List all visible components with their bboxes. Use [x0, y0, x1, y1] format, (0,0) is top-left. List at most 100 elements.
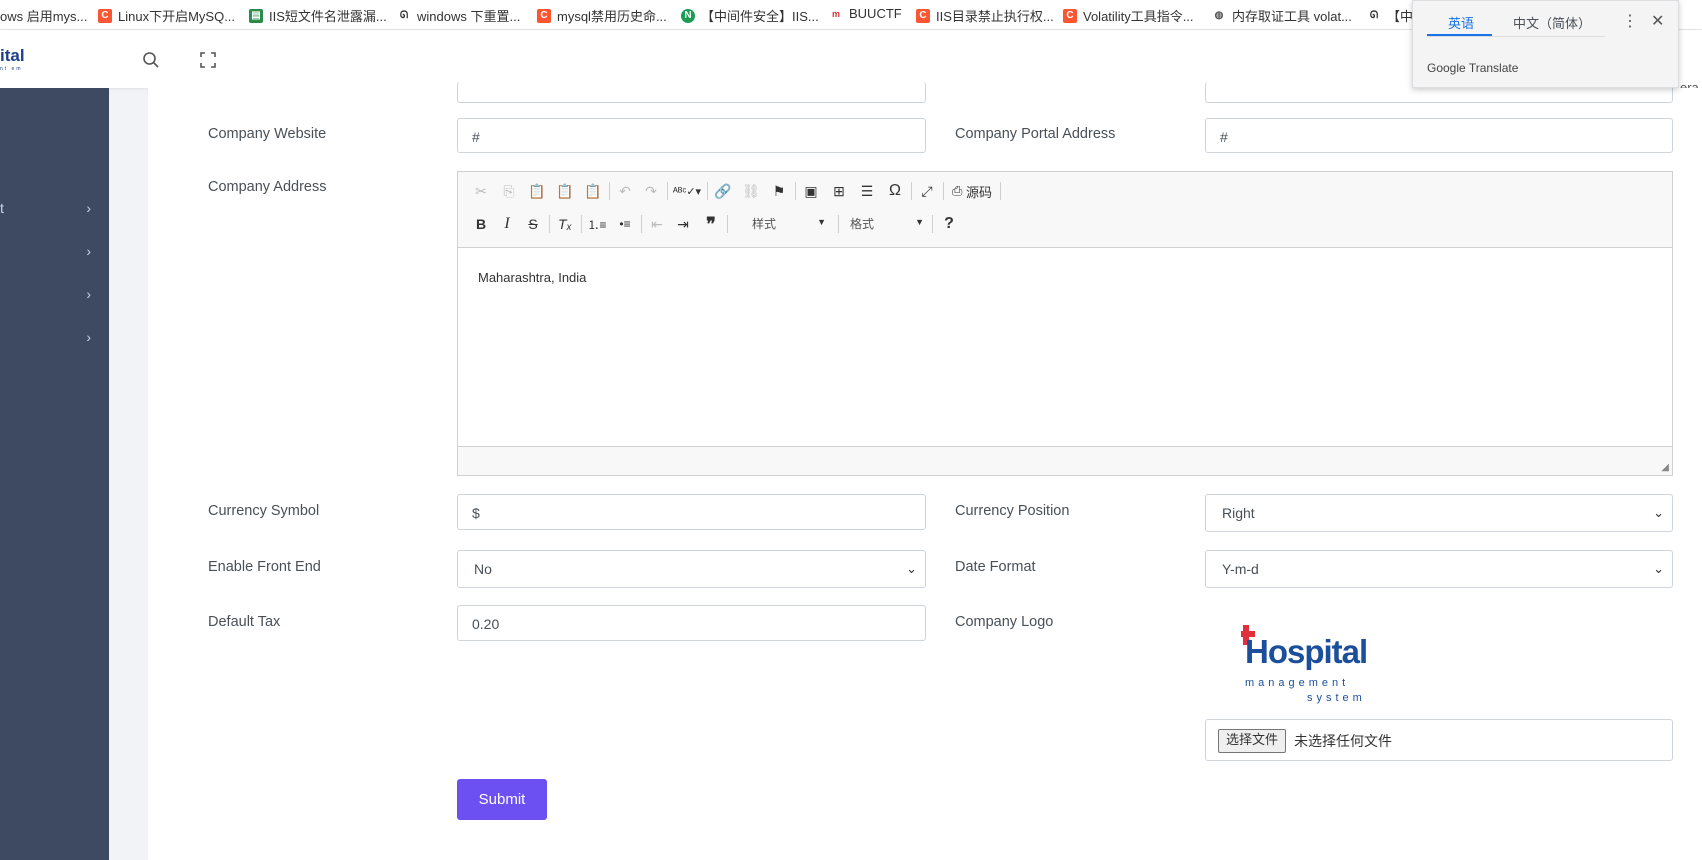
sidebar-item[interactable]: › — [0, 243, 109, 263]
search-icon[interactable] — [141, 50, 161, 70]
logo-text: Hospital — [1245, 633, 1368, 670]
submit-button[interactable]: Submit — [457, 779, 547, 820]
toolbar-separator — [707, 182, 708, 200]
currency-position-select[interactable]: Right ⌄ — [1205, 494, 1673, 532]
n-icon: N — [681, 8, 695, 23]
toolbar-separator — [1000, 182, 1001, 200]
date-format-select[interactable]: Y-m-d ⌄ — [1205, 550, 1673, 588]
source-button[interactable]: ⎙ 源码 — [948, 180, 996, 202]
bookmark-item[interactable]: C Volatility工具指令... — [1063, 6, 1194, 25]
help-button[interactable]: ? — [938, 213, 960, 235]
link-icon[interactable]: 🔗 — [712, 180, 734, 202]
company-name-input[interactable] — [457, 82, 926, 103]
horizontal-line-icon[interactable]: ☰ — [856, 180, 878, 202]
csdn-icon: C — [98, 8, 112, 23]
paste-text-icon[interactable]: 📋 — [554, 180, 576, 202]
bookmark-label: mysql禁用历史命... — [557, 9, 667, 24]
company-website-label: Company Website — [208, 126, 327, 142]
editor-content[interactable]: Maharashtra, India — [478, 270, 586, 285]
currency-position-value: Right — [1222, 505, 1255, 521]
company-portal-label: Company Portal Address — [955, 126, 1116, 142]
format-label: 格式 — [850, 217, 875, 231]
address-rich-text-editor: ✂ ⎘ 📋 📋 📋 ↶ ↷ ᴬᴮᶜ✓▾ 🔗 ⛓ ⚑ ▣ ⊞ ☰ Ω ⤢ ⎙ 源码… — [457, 171, 1673, 476]
sidebar-item[interactable]: › — [0, 329, 109, 349]
company-logo-file-input[interactable]: 选择文件 未选择任何文件 — [1205, 719, 1673, 761]
choose-file-button[interactable]: 选择文件 — [1218, 729, 1287, 753]
outdent-icon[interactable]: ⇤ — [646, 213, 668, 235]
copy-icon[interactable]: ⎘ — [498, 180, 520, 202]
chevron-down-icon: ⌄ — [1653, 561, 1664, 576]
toolbar-separator — [795, 182, 796, 200]
tab-english[interactable]: 英语 — [1448, 13, 1474, 32]
company-address-label: Company Address — [208, 179, 327, 195]
fullscreen-icon[interactable] — [198, 50, 218, 70]
source-label: 源码 — [966, 184, 993, 200]
bold-icon[interactable]: B — [470, 213, 492, 235]
bookmark-item[interactable]: Cmysql禁用历史命... — [537, 6, 667, 25]
bulleted-list-icon[interactable]: •≡ — [614, 213, 636, 235]
italic-icon[interactable]: I — [496, 213, 518, 235]
date-format-value: Y-m-d — [1222, 561, 1259, 577]
date-format-label: Date Format — [955, 559, 1036, 575]
bookmark-item[interactable]: m BUUCTF — [829, 6, 902, 21]
csdn-icon: C — [537, 8, 551, 23]
bookmark-item[interactable]: ᘏ 【中 — [1367, 6, 1413, 25]
brand-subtext: nt em — [0, 66, 23, 72]
bookmark-item[interactable]: C Linux下开启MySQ... — [98, 6, 235, 25]
file-status-text: 未选择任何文件 — [1294, 733, 1392, 749]
spellcheck-icon[interactable]: ᴬᴮᶜ✓▾ — [672, 180, 702, 202]
strikethrough-icon[interactable]: S — [522, 213, 544, 235]
close-icon[interactable]: ✕ — [1651, 11, 1664, 31]
brand-logo[interactable]: ital nt em — [0, 46, 25, 72]
bookmark-label: ows 启用mys... — [0, 9, 88, 24]
chevron-right-icon: › — [86, 329, 91, 345]
sidebar-item-label: t — [0, 200, 4, 216]
m-icon: m — [831, 8, 840, 19]
cut-icon[interactable]: ✂ — [470, 180, 492, 202]
translate-brand-text: Translate — [1468, 61, 1519, 75]
bookmark-label: Linux下开启MySQ... — [118, 9, 236, 24]
bookmark-item[interactable]: ᘏ windows 下重置... — [397, 6, 520, 25]
company-portal-input[interactable]: # — [1205, 118, 1673, 153]
blockquote-icon[interactable]: ❞ — [700, 213, 722, 235]
enable-front-end-select[interactable]: No ⌄ — [457, 550, 926, 588]
toolbar-separator — [609, 182, 610, 200]
editor-footer: ◢ — [458, 446, 1672, 475]
styles-dropdown[interactable]: 样式 ▼ — [752, 215, 826, 235]
unlink-icon[interactable]: ⛓ — [740, 180, 762, 202]
company-website-input[interactable]: # — [457, 118, 926, 153]
google-translate-popup: 英语 中文（简体） ⋮ ✕ Google Translate — [1412, 0, 1679, 88]
bookmark-item[interactable]: ◍ 内存取证工具 volat... — [1212, 6, 1352, 25]
bookmark-label: Volatility工具指令... — [1083, 9, 1194, 24]
format-dropdown[interactable]: 格式 ▼ — [850, 215, 924, 235]
sidebar-item[interactable]: t › — [0, 200, 109, 220]
bookmark-label: 【中间件安全】IIS... — [701, 9, 819, 24]
redo-icon[interactable]: ↷ — [640, 180, 662, 202]
bookmark-item[interactable]: ows 启用mys... — [0, 6, 87, 25]
anchor-flag-icon[interactable]: ⚑ — [768, 180, 790, 202]
remove-format-icon[interactable]: Tₓ — [554, 213, 576, 235]
special-char-icon[interactable]: Ω — [884, 180, 906, 202]
chevron-right-icon: › — [86, 200, 91, 216]
image-icon[interactable]: ▣ — [800, 180, 822, 202]
bookmark-item[interactable]: C IIS目录禁止执行权... — [916, 6, 1054, 25]
maximize-icon[interactable]: ⤢ — [916, 180, 938, 202]
indent-icon[interactable]: ⇥ — [672, 213, 694, 235]
table-icon[interactable]: ⊞ — [828, 180, 850, 202]
tab-chinese-simplified[interactable]: 中文（简体） — [1513, 13, 1591, 32]
active-tab-indicator — [1427, 34, 1492, 36]
resize-handle-icon[interactable]: ◢ — [1661, 462, 1669, 473]
undo-icon[interactable]: ↶ — [614, 180, 636, 202]
enable-front-end-label: Enable Front End — [208, 559, 321, 575]
currency-symbol-input[interactable]: $ — [457, 494, 926, 530]
paste-word-icon[interactable]: 📋 — [582, 180, 604, 202]
default-tax-input[interactable]: 0.20 — [457, 605, 926, 641]
numbered-list-icon[interactable]: ⒈≡ — [586, 213, 608, 235]
sidebar-item[interactable]: › — [0, 286, 109, 306]
default-tax-label: Default Tax — [208, 614, 281, 630]
paste-icon[interactable]: 📋 — [526, 180, 548, 202]
bookmark-item[interactable]: ▤ IIS短文件名泄露漏... — [249, 6, 387, 25]
toolbar-separator — [641, 215, 642, 233]
more-options-icon[interactable]: ⋮ — [1622, 11, 1638, 31]
bookmark-item[interactable]: N 【中间件安全】IIS... — [681, 6, 819, 25]
